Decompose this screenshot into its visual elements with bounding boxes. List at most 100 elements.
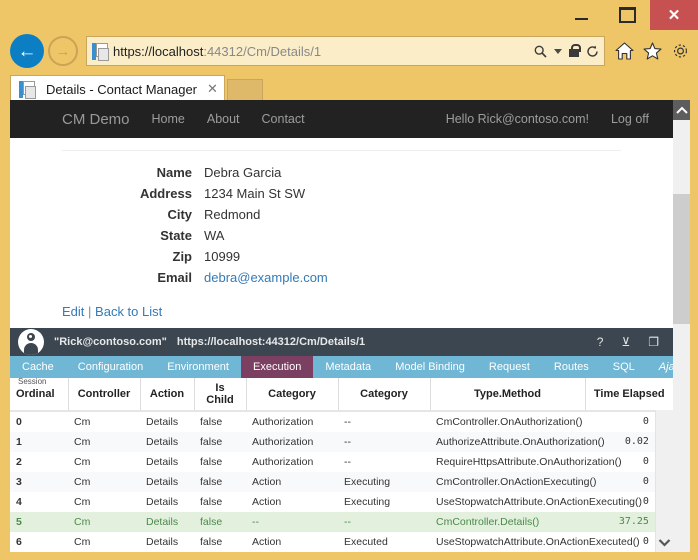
back-to-list-link[interactable]: Back to List [95, 304, 162, 319]
col-is-child[interactable]: Is Child [194, 378, 247, 412]
help-icon[interactable]: ? [597, 336, 604, 348]
time-value: 0 [642, 416, 649, 427]
time-value: 37.25 [618, 516, 649, 527]
col-ordinal-label: Ordinal [16, 388, 55, 400]
detail-row-state: State WA [62, 228, 621, 244]
cell-category-1: Action [252, 536, 282, 548]
col-ordinal[interactable]: Session Ordinal [10, 377, 69, 412]
nav-link-home[interactable]: Home [152, 112, 185, 126]
chevron-down-icon[interactable] [554, 48, 562, 54]
cell-category-2: -- [338, 432, 430, 452]
glimpse-tab-request[interactable]: Request [477, 356, 542, 378]
address-text: https://localhost:44312/Cm/Details/1 [113, 44, 528, 59]
glimpse-tab-model-binding[interactable]: Model Binding [383, 356, 477, 378]
detail-row-zip: Zip 10999 [62, 249, 621, 265]
cell-action: Details [146, 536, 179, 548]
cell-is-child: false [194, 432, 246, 452]
tab-close-icon[interactable]: ✕ [207, 81, 218, 97]
detail-value: Debra Garcia [204, 165, 282, 180]
logoff-link[interactable]: Log off [611, 112, 649, 126]
glimpse-table-container: Session Ordinal Controller Action Is Chi… [10, 377, 673, 552]
scrollbar-track[interactable] [673, 120, 690, 552]
minimize-icon [574, 18, 588, 20]
glimpse-tab-routes[interactable]: Routes [542, 356, 601, 378]
detail-row-city: City Redmond [62, 207, 621, 223]
glimpse-tab-configuration[interactable]: Configuration [66, 356, 155, 378]
title-bar: ✕ [0, 0, 698, 30]
maximize-button[interactable] [604, 0, 650, 30]
gear-icon[interactable] [671, 42, 690, 60]
cell-action: Details [146, 456, 179, 468]
col-action[interactable]: Action [140, 378, 195, 412]
forward-button[interactable]: → [48, 36, 78, 66]
glimpse-tab-execution[interactable]: Execution [241, 356, 314, 378]
nav-link-contact[interactable]: Contact [262, 112, 305, 126]
cell-category-2: -- [344, 456, 351, 468]
action-separator: | [88, 304, 92, 319]
table-row[interactable]: 0 Cm Details false Authorization -- CmCo… [10, 411, 673, 432]
popout-panel-icon[interactable]: ❐ [648, 336, 659, 348]
edit-link[interactable]: Edit [62, 304, 84, 319]
home-icon[interactable] [615, 42, 634, 60]
detail-label: City [167, 207, 192, 222]
detail-value: 1234 Main St SW [204, 186, 306, 201]
col-time-elapsed[interactable]: Time Elapsed [585, 378, 673, 412]
email-link[interactable]: debra@example.com [204, 270, 328, 285]
cell-ordinal: 5 [10, 512, 68, 532]
table-row[interactable]: 3 Cm Details false Action Executing CmCo… [10, 472, 673, 492]
table-row-highlighted[interactable]: 5 Cm Details false -- -- CmController.De… [10, 512, 673, 532]
scroll-up-button[interactable] [673, 100, 690, 120]
cell-action: Details [140, 432, 194, 452]
execution-table-head: Session Ordinal Controller Action Is Chi… [10, 377, 673, 412]
new-tab-button[interactable] [226, 79, 263, 102]
cell-action: Details [146, 496, 179, 508]
col-category-2[interactable]: Category [338, 378, 431, 412]
execution-table-body: 0 Cm Details false Authorization -- CmCo… [10, 411, 673, 552]
close-button[interactable]: ✕ [650, 0, 698, 30]
table-row[interactable]: 4 Cm Details false Action Executing UseS… [10, 492, 673, 512]
address-bar[interactable]: https://localhost:44312/Cm/Details/1 [86, 36, 605, 66]
cell-type-method: CmController.OnAuthorization() [436, 416, 583, 428]
cell-controller: Cm [74, 536, 91, 548]
page-scrollbar[interactable] [672, 100, 690, 552]
glimpse-tab-sql[interactable]: SQL [601, 356, 647, 378]
time-value: 0 [642, 456, 649, 467]
col-type-method[interactable]: Type.Method [430, 378, 586, 412]
detail-value: WA [204, 228, 225, 243]
refresh-icon[interactable] [586, 45, 599, 58]
col-category-1[interactable]: Category [246, 378, 339, 412]
detail-label: Email [157, 270, 192, 285]
detail-label: Zip [172, 249, 193, 264]
cell-ordinal: 3 [10, 472, 68, 492]
minimize-button[interactable] [558, 0, 604, 30]
table-row[interactable]: 6 Cm Details false Action Executed UseSt… [10, 532, 673, 552]
detail-row-email: Email debra@example.com [62, 270, 621, 286]
star-icon[interactable] [643, 42, 662, 60]
glimpse-tab-cache[interactable]: Cache [10, 356, 66, 378]
detail-value: 10999 [204, 249, 241, 264]
col-controller[interactable]: Controller [68, 378, 141, 412]
cell-type-method: CmController.Details() [430, 512, 585, 532]
cell-is-child: false [200, 536, 223, 548]
table-row[interactable]: 1 Cm Details false Authorization -- Auth… [10, 432, 673, 452]
cell-action: Details [140, 512, 194, 532]
table-row[interactable]: 2 Cm Details false Authorization -- Requ… [10, 452, 673, 472]
minimize-panel-icon[interactable]: ⊻ [621, 336, 630, 348]
site-brand[interactable]: CM Demo [62, 111, 130, 128]
glimpse-scroll-down-button[interactable] [656, 538, 673, 548]
glimpse-logo-icon[interactable] [18, 329, 44, 355]
browser-tab[interactable]: Details - Contact Manager ✕ [10, 75, 225, 102]
time-value: 0 [642, 536, 649, 547]
scrollbar-thumb[interactable] [673, 194, 690, 324]
back-arrow-icon: ← [17, 40, 37, 62]
nav-link-about[interactable]: About [207, 112, 240, 126]
forward-arrow-icon: → [55, 42, 71, 60]
close-icon: ✕ [667, 7, 681, 24]
user-greeting[interactable]: Hello Rick@contoso.com! [446, 112, 589, 126]
glimpse-tab-metadata[interactable]: Metadata [313, 356, 383, 378]
address-path: :44312/Cm/Details/1 [203, 43, 322, 59]
glimpse-tab-environment[interactable]: Environment [155, 356, 241, 378]
glimpse-tab-ajax[interactable]: Ajax [647, 356, 673, 378]
search-icon[interactable] [534, 45, 547, 58]
back-button[interactable]: ← [10, 34, 44, 68]
